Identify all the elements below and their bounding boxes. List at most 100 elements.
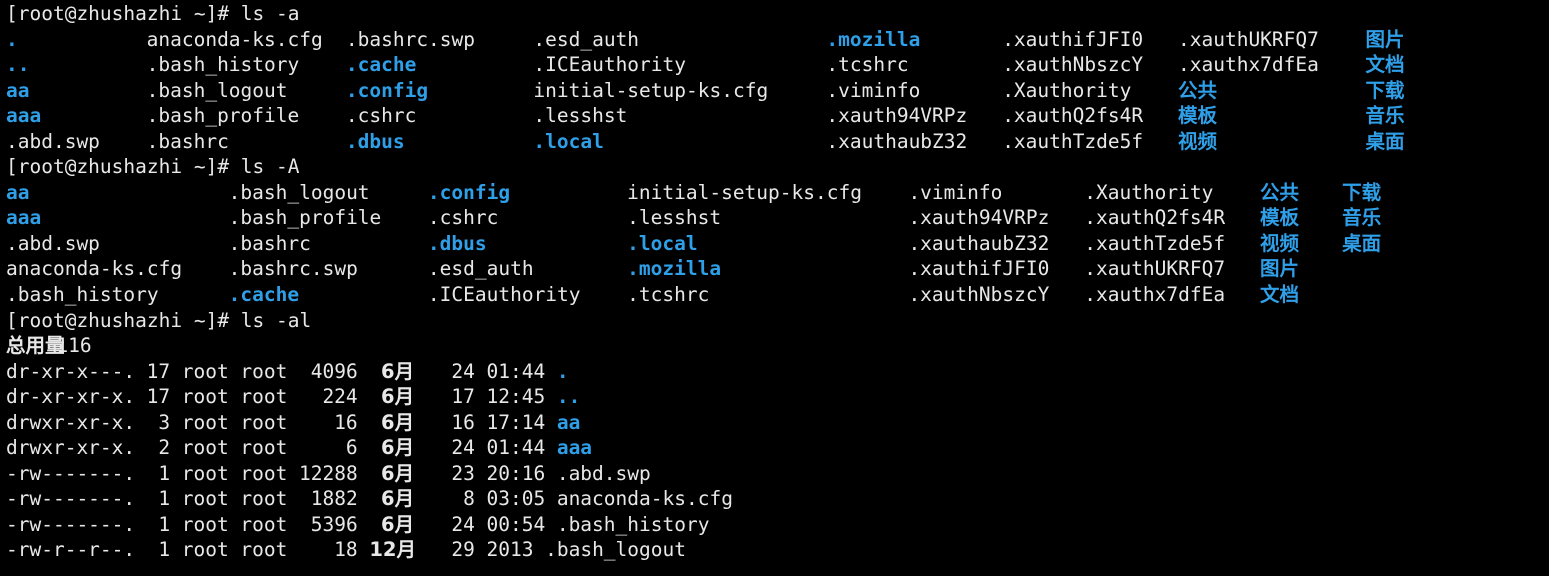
file-entry: 桌面 — [1365, 129, 1405, 153]
file-day: 16 — [451, 410, 475, 434]
file-group: root — [240, 385, 288, 409]
file-size: 16 — [334, 410, 358, 434]
file-owner: root — [181, 538, 229, 562]
file-day: 17 — [451, 385, 475, 409]
file-month: 6月 — [381, 385, 415, 409]
file-size: 5396 — [310, 512, 358, 536]
prompt-text: [root@zhushazhi ~]# ls -A — [6, 155, 300, 179]
file-entry: .Xauthority — [1002, 78, 1132, 102]
file-owner: root — [181, 461, 229, 485]
file-day: 24 — [451, 436, 475, 460]
file-entry: 公共 — [1260, 180, 1300, 204]
file-entry: .lesshst — [627, 206, 722, 230]
file-entry: .xauthx7dfEa — [1178, 53, 1319, 77]
file-list-row: anaconda-ks.cfg .bashrc.swp .esd_auth .mozi… — [6, 256, 1549, 282]
listing-row: drwxr-xr-x. 2 root root 6 6月 24 01:44 aaa — [6, 435, 1549, 461]
file-day: 24 — [451, 512, 475, 536]
file-entry: 文档 — [1260, 283, 1300, 307]
file-list-row: aaa .bash_profile .cshrc .lesshst .xauth94VR… — [6, 205, 1549, 231]
file-list-row: .abd.swp .bashrc .dbus .local .xauthaubZ32 .x… — [6, 129, 1549, 155]
file-name: .bash_history — [556, 512, 710, 536]
prompt-line: [root@zhushazhi ~]# ls -A — [6, 154, 1549, 180]
file-entry: .config — [427, 180, 511, 204]
file-list-row: .. .bash_history .cache .ICEauthority .tcshr… — [6, 52, 1549, 78]
file-entry: .xauthUKRFQ7 — [1084, 257, 1226, 281]
file-owner: root — [181, 359, 229, 383]
file-name: aa — [556, 410, 581, 434]
listing-row: -rw-------. 1 root root 1882 6月 8 03:05 anaconda… — [6, 486, 1549, 512]
file-entry: .bash_logout — [146, 78, 288, 102]
file-entry: .tcshrc — [627, 283, 710, 307]
file-entry: .bash_history — [146, 53, 300, 77]
file-entry: .viminfo — [908, 180, 1003, 204]
file-entry: .bashrc — [228, 231, 311, 255]
file-list-row: aaa .bash_profile .cshrc .lesshst .xauth94VR… — [6, 103, 1549, 129]
file-entry: . — [6, 27, 18, 51]
file-entry: .xauthUKRFQ7 — [1178, 27, 1319, 51]
file-entry: 音乐 — [1342, 206, 1382, 230]
file-time: 12:45 — [486, 385, 546, 409]
file-entry: 下载 — [1365, 78, 1405, 102]
file-list-row: .abd.swp .bashrc .dbus .local .xauthaubZ32 .x… — [6, 231, 1549, 257]
file-entry: .viminfo — [826, 78, 921, 102]
file-entry: .ICEauthority — [533, 53, 687, 77]
file-size: 1882 — [310, 487, 358, 511]
file-time: 2013 — [486, 538, 534, 562]
prompt-line: [root@zhushazhi ~]# ls -al — [6, 308, 1549, 334]
listing-row: drwxr-xr-x. 3 root root 16 6月 16 17:14 aa — [6, 410, 1549, 436]
file-entry: 模板 — [1178, 104, 1218, 128]
file-entry: .xauthTzde5f — [1084, 231, 1226, 255]
file-entry: .esd_auth — [533, 27, 640, 51]
file-entry: .config — [345, 78, 429, 102]
file-entry: .tcshrc — [826, 53, 909, 77]
prompt-line: [root@zhushazhi ~]# ls -a — [6, 1, 1549, 27]
total-value: 116 — [56, 334, 92, 358]
file-permissions: -rw-------. — [6, 461, 136, 485]
file-entry: aaa — [6, 206, 42, 230]
file-owner: root — [181, 410, 229, 434]
listing-row: -rw-------. 1 root root 5396 6月 24 00:54 .bash_h… — [6, 512, 1549, 538]
file-permissions: -rw-------. — [6, 487, 136, 511]
file-name: aaa — [556, 436, 593, 460]
file-entry: .cshrc — [345, 104, 417, 128]
file-entry: aa — [6, 180, 30, 204]
file-entry: .bash_logout — [228, 180, 370, 204]
link-count: 3 — [158, 410, 171, 434]
file-entry: .bashrc — [146, 129, 229, 153]
file-entry: 公共 — [1178, 78, 1218, 102]
file-permissions: -rw-------. — [6, 512, 136, 536]
file-month: 6月 — [381, 512, 415, 536]
file-owner: root — [181, 385, 229, 409]
terminal-window[interactable]: [root@zhushazhi ~]# ls -a. anaconda-ks.cf… — [0, 0, 1549, 576]
file-entry: 模板 — [1260, 206, 1300, 230]
file-entry: 桌面 — [1342, 231, 1382, 255]
file-entry: .cshrc — [427, 206, 499, 230]
file-month: 6月 — [381, 410, 415, 434]
file-entry: .bashrc.swp — [228, 257, 358, 281]
listing-row: dr-xr-xr-x. 17 root root 224 6月 17 12:45.. — [6, 384, 1549, 410]
file-owner: root — [181, 512, 229, 536]
file-entry: .ICEauthority — [427, 283, 581, 307]
file-group: root — [240, 359, 288, 383]
file-name: anaconda-ks.cfg — [556, 487, 733, 511]
terminal-screen[interactable]: [root@zhushazhi ~]# ls -a. anaconda-ks.cf… — [6, 1, 1549, 563]
link-count: 2 — [158, 436, 171, 460]
file-name: .abd.swp — [556, 461, 651, 485]
file-permissions: drwxr-xr-x. — [6, 436, 136, 460]
file-entry: .Xauthority — [1084, 180, 1214, 204]
file-permissions: dr-xr-x---. — [6, 359, 136, 383]
file-entry: .xauthNbszcY — [908, 283, 1050, 307]
file-entry: .bash_profile — [228, 206, 382, 230]
file-entry: .cache — [228, 283, 300, 307]
link-count: 1 — [158, 538, 171, 562]
file-size: 12288 — [299, 461, 358, 485]
file-entry: .mozilla — [627, 257, 722, 281]
file-entry: .mozilla — [826, 27, 921, 51]
file-list-row: . anaconda-ks.cfg .bashrc.swp .esd_auth .moz… — [6, 27, 1549, 53]
file-day: 24 — [451, 359, 475, 383]
file-size: 6 — [345, 436, 358, 460]
file-group: root — [240, 410, 288, 434]
file-size: 224 — [322, 385, 358, 409]
file-entry: 图片 — [1365, 27, 1405, 51]
file-entry: .abd.swp — [6, 129, 100, 153]
